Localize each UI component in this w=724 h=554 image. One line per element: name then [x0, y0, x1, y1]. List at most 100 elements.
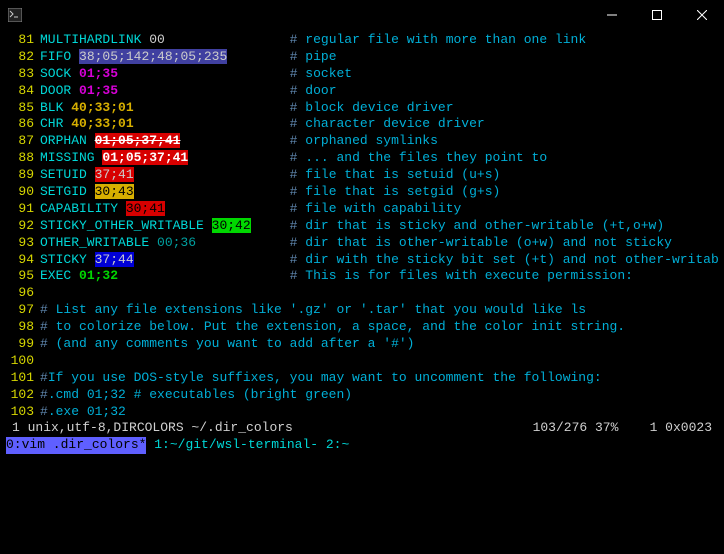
line-comment: door	[298, 83, 337, 98]
line-number: 100	[6, 353, 34, 370]
line-number: 97	[6, 302, 34, 319]
line-comment: dir that is other-writable (o+w) and not…	[297, 235, 671, 250]
line-number: 88	[6, 150, 34, 167]
line-comment: file that is setuid (u+s)	[297, 167, 500, 182]
vim-statusbar: 1 unix,utf-8,DIRCOLORS ~/.dir_colors103/…	[6, 420, 718, 437]
line-number: 85	[6, 100, 34, 117]
line-number: 83	[6, 66, 34, 83]
line-number: 92	[6, 218, 34, 235]
color-code: 30;43	[95, 184, 134, 199]
color-code: 30;42	[212, 218, 251, 233]
line-comment: block device driver	[297, 100, 453, 115]
line-number: 102	[6, 387, 34, 404]
code-line: OTHER_WRITABLE 00;36 # dir that is other…	[40, 235, 718, 252]
dircolors-key: SETUID	[40, 167, 87, 182]
terminal-viewport[interactable]: 81 MULTIHARDLINK 00 # regular file with m…	[0, 30, 724, 456]
line-number: 98	[6, 319, 34, 336]
line-number: 91	[6, 201, 34, 218]
code-line: STICKY 37;44 # dir with the sticky bit s…	[40, 252, 718, 269]
dircolors-key: SOCK	[40, 66, 71, 81]
line-comment: orphaned symlinks	[297, 133, 437, 148]
dircolors-key: CAPABILITY	[40, 201, 118, 216]
color-code: 30;41	[126, 201, 165, 216]
line-number: 94	[6, 252, 34, 269]
hash-icon: #	[40, 302, 48, 317]
tmux-window-1[interactable]: 1:~/git/wsl-terminal-	[146, 437, 318, 454]
tmux-statusbar: 0:vim .dir_colors* 1:~/git/wsl-terminal-…	[6, 437, 718, 454]
dircolors-key: DOOR	[40, 83, 71, 98]
dircolors-key: SETGID	[40, 184, 87, 199]
line-number: 103	[6, 404, 34, 421]
comment-line: #.cmd 01;32 # executables (bright green)	[40, 387, 718, 404]
line-comment: character device driver	[297, 116, 484, 131]
minimize-button[interactable]	[589, 0, 634, 30]
line-comment: socket	[298, 66, 353, 81]
code-line: SETGID 30;43 # file that is setgid (g+s)	[40, 184, 718, 201]
line-comment: dir that is sticky and other-writable (+…	[297, 218, 664, 233]
line-number: 96	[6, 285, 34, 302]
line-comment: List any file extensions like '.gz' or '…	[48, 302, 586, 317]
line-comment: This is for files with execute permissio…	[298, 268, 633, 283]
code-line: MULTIHARDLINK 00 # regular file with mor…	[40, 32, 718, 49]
comment-line: #If you use DOS-style suffixes, you may …	[40, 370, 718, 387]
line-number: 84	[6, 83, 34, 100]
dircolors-key: STICKY	[40, 252, 87, 267]
line-number: 81	[6, 32, 34, 49]
dircolors-key: EXEC	[40, 268, 71, 283]
color-code: 40;33;01	[71, 100, 133, 115]
color-code: 01;05;37;41	[102, 150, 188, 165]
comment-line: # (and any comments you want to add afte…	[40, 336, 718, 353]
line-comment: pipe	[298, 49, 337, 64]
line-number: 90	[6, 184, 34, 201]
code-line: FIFO 38;05;142;48;05;235 # pipe	[40, 49, 718, 66]
line-comment: If you use DOS-style suffixes, you may w…	[48, 370, 602, 385]
hash-icon: #	[290, 66, 298, 81]
maximize-button[interactable]	[634, 0, 679, 30]
tmux-window-2[interactable]: 2:~	[318, 437, 349, 454]
line-comment: file with capability	[297, 201, 461, 216]
dircolors-key: CHR	[40, 116, 63, 131]
color-code: 38;05;142;48;05;235	[79, 49, 227, 64]
terminal-icon	[0, 0, 30, 30]
hash-icon: #	[40, 319, 48, 334]
color-code: 01;32	[79, 268, 118, 283]
hash-icon: #	[290, 268, 298, 283]
color-code: 40;33;01	[71, 116, 133, 131]
line-comment: file that is setgid (g+s)	[297, 184, 500, 199]
code-line: BLK 40;33;01 # block device driver	[40, 100, 718, 117]
dircolors-key: OTHER_WRITABLE	[40, 235, 149, 250]
comment-line: # to colorize below. Put the extension, …	[40, 319, 718, 336]
hash-icon: #	[40, 336, 48, 351]
hash-icon: #	[40, 370, 48, 385]
line-number: 89	[6, 167, 34, 184]
dircolors-key: STICKY_OTHER_WRITABLE	[40, 218, 204, 233]
code-line: ORPHAN 01;05;37;41 # orphaned symlinks	[40, 133, 718, 150]
line-number: 95	[6, 268, 34, 285]
tmux-window-active[interactable]: 0:vim .dir_colors*	[6, 437, 146, 454]
status-left: 1 unix,utf-8,DIRCOLORS ~/.dir_colors	[12, 420, 533, 437]
window-controls	[589, 0, 724, 30]
dircolors-key: BLK	[40, 100, 63, 115]
hash-icon: #	[40, 387, 48, 402]
line-comment: regular file with more than one link	[297, 32, 586, 47]
line-comment: .exe 01;32	[48, 404, 126, 419]
dircolors-key: MULTIHARDLINK	[40, 32, 141, 47]
dircolors-key: ORPHAN	[40, 133, 87, 148]
code-line: MISSING 01;05;37;41 # ... and the files …	[40, 150, 718, 167]
color-code: 01;05;37;41	[95, 133, 181, 148]
line-number: 101	[6, 370, 34, 387]
dircolors-key: MISSING	[40, 150, 95, 165]
window-titlebar	[0, 0, 724, 30]
hash-icon: #	[290, 49, 298, 64]
line-comment: (and any comments you want to add after …	[48, 336, 415, 351]
close-button[interactable]	[679, 0, 724, 30]
code-line: SETUID 37;41 # file that is setuid (u+s)	[40, 167, 718, 184]
line-comment: ... and the files they point to	[297, 150, 547, 165]
status-right: 103/276 37% 1 0x0023	[533, 420, 712, 437]
line-comment: .cmd 01;32 # executables (bright green)	[48, 387, 352, 402]
dircolors-key: FIFO	[40, 49, 71, 64]
color-code: 00	[149, 32, 165, 47]
code-line: SOCK 01;35 # socket	[40, 66, 718, 83]
hash-icon: #	[290, 83, 298, 98]
color-code: 01;35	[79, 83, 118, 98]
